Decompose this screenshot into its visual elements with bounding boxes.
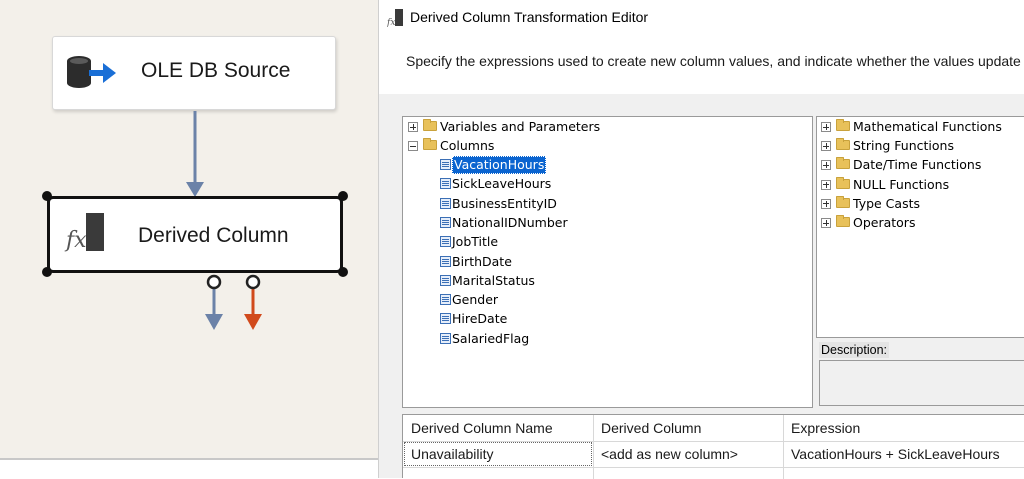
function-category-label: Operators [853, 215, 916, 230]
instructions-text: Specify the expressions used to create n… [406, 53, 1021, 69]
variables-columns-tree[interactable]: Variables and Parameters Columns Vacatio… [402, 116, 813, 408]
function-category-label: String Functions [853, 138, 954, 154]
grid-divider [403, 467, 1024, 468]
expand-icon[interactable] [821, 122, 831, 132]
header-derived-column-name[interactable]: Derived Column Name [403, 415, 593, 441]
column-icon [440, 197, 451, 209]
resize-handle-top-left[interactable] [42, 191, 52, 201]
resize-handle-bottom-left[interactable] [42, 267, 52, 277]
data-flow-canvas[interactable]: OLE DB Source fx Derived Column [0, 0, 378, 478]
svg-text:fx: fx [64, 228, 87, 253]
column-label: NationalIDNumber [452, 214, 568, 230]
path-arrow-icon [186, 182, 204, 197]
cell-derived-column[interactable]: <add as new column> [593, 441, 783, 467]
header-derived-column[interactable]: Derived Column [593, 415, 783, 441]
description-label: Description: [819, 342, 889, 358]
column-label: Gender [452, 292, 499, 308]
column-icon [440, 216, 451, 228]
derived-column-editor: fx Derived Column Transformation Editor … [378, 0, 1024, 479]
column-icon [440, 274, 451, 286]
column-label: BusinessEntityID [452, 195, 557, 211]
folder-icon [836, 195, 850, 208]
column-icon [440, 313, 451, 325]
column-icon [440, 255, 451, 267]
column-label: BirthDate [452, 253, 512, 269]
expand-icon[interactable] [821, 198, 831, 209]
expand-icon[interactable] [821, 160, 831, 171]
resize-handle-bottom-right[interactable] [338, 267, 348, 277]
fx-icon: fx [64, 211, 110, 262]
derived-column-node[interactable]: fx Derived Column [47, 196, 343, 273]
error-connector [245, 274, 261, 290]
cell-expression[interactable]: VacationHours + SickLeaveHours [783, 441, 1024, 467]
folder-icon [836, 138, 850, 151]
function-category-label: Mathematical Functions [853, 119, 1002, 134]
function-category-label: NULL Functions [853, 176, 950, 192]
folder-icon [836, 119, 850, 131]
dialog-title: Derived Column Transformation Editor [410, 9, 649, 25]
cell-derived-column-name[interactable]: Unavailability [403, 441, 593, 467]
function-category-label: Date/Time Functions [853, 157, 982, 173]
output-connector [206, 274, 222, 290]
expand-icon[interactable] [821, 179, 831, 190]
description-box [819, 360, 1024, 406]
instructions-area: Specify the expressions used to create n… [379, 36, 1024, 94]
column-label: MaritalStatus [452, 272, 535, 288]
expand-icon[interactable] [821, 141, 831, 152]
canvas-footer [0, 460, 378, 478]
column-icon [440, 236, 451, 248]
column-icon [440, 178, 451, 190]
error-arrow-icon [244, 314, 262, 330]
derived-column-label: Derived Column [138, 224, 289, 247]
tree-item-label: Columns [440, 138, 495, 153]
tree-item-label: Variables and Parameters [440, 119, 601, 134]
title-bar: fx Derived Column Transformation Editor [379, 0, 1024, 36]
output-arrow-icon [205, 314, 223, 330]
column-label: HireDate [452, 311, 508, 327]
derived-columns-grid[interactable]: Derived Column Name Derived Column Expre… [402, 414, 1024, 479]
column-label: SickLeaveHours [452, 176, 552, 192]
expand-icon[interactable] [821, 218, 831, 228]
functions-tree[interactable]: Mathematical Functions String Functions Da… [816, 116, 1024, 338]
expand-icon[interactable] [408, 122, 418, 132]
folder-icon [423, 119, 437, 131]
column-icon [440, 159, 451, 170]
folder-icon [836, 157, 850, 170]
column-label: JobTitle [452, 234, 499, 250]
folder-icon [836, 176, 850, 189]
column-icon [440, 332, 451, 344]
collapse-icon[interactable] [408, 141, 418, 151]
folder-icon [836, 215, 850, 227]
header-expression[interactable]: Expression [783, 415, 1024, 441]
function-category-label: Type Casts [853, 195, 920, 211]
folder-icon [423, 138, 437, 150]
resize-handle-top-right[interactable] [338, 191, 348, 201]
column-label: SalariedFlag [452, 330, 530, 346]
svg-text:fx: fx [387, 18, 395, 28]
column-icon [440, 294, 451, 306]
editor-fx-icon: fx [386, 8, 405, 33]
column-label: VacationHours [452, 156, 547, 174]
